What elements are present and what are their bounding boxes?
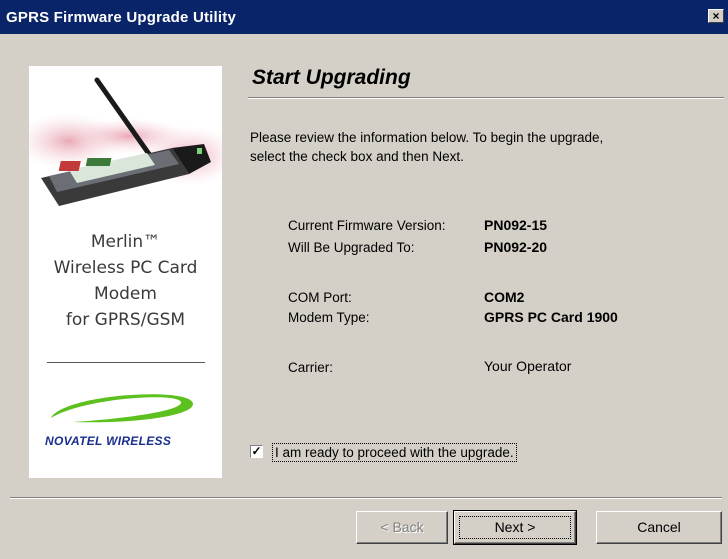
ready-checkbox[interactable]: ✓ <box>250 445 263 458</box>
pc-card-modem-image <box>29 77 222 206</box>
product-name-line-2: Wireless PC Card <box>53 258 198 278</box>
close-button[interactable]: × <box>708 9 724 23</box>
next-button-label: Next > <box>494 519 536 535</box>
button-area-separator <box>10 497 722 499</box>
brand-name: NOVATEL WIRELESS <box>45 434 172 448</box>
modem-type-label: Modem Type: <box>288 310 370 325</box>
product-name-line-4: for GPRS/GSM <box>65 310 186 330</box>
instructions-text: Please review the information below. To … <box>250 128 720 166</box>
checkmark-icon: ✓ <box>251 444 262 458</box>
title-bar: GPRS Firmware Upgrade Utility × <box>0 0 728 34</box>
back-button[interactable]: < Back <box>356 511 448 544</box>
upgraded-to-value: PN092-20 <box>484 239 548 255</box>
cancel-button[interactable]: Cancel <box>596 511 722 544</box>
instructions-line-1: Please review the information below. To … <box>250 130 604 145</box>
product-side-panel: Merlin™ Wireless PC Card Modem for GPRS/… <box>29 66 222 478</box>
product-name-line-1: Merlin™ <box>90 232 161 252</box>
novatel-swoosh-logo <box>51 394 193 423</box>
com-port-value: COM2 <box>484 289 525 305</box>
instructions-line-2: select the check box and then Next. <box>250 149 464 164</box>
page-heading: Start Upgrading <box>252 66 411 89</box>
side-panel-divider <box>47 362 205 363</box>
carrier-value: Your Operator <box>484 358 572 374</box>
modem-type-value: GPRS PC Card 1900 <box>484 309 618 325</box>
carrier-label: Carrier: <box>288 360 334 375</box>
ready-checkbox-label[interactable]: I am ready to proceed with the upgrade. <box>272 443 517 462</box>
current-firmware-label: Current Firmware Version: <box>288 218 446 233</box>
current-firmware-value: PN092-15 <box>484 217 548 233</box>
heading-separator <box>248 97 724 99</box>
upgraded-to-label: Will Be Upgraded To: <box>288 240 415 255</box>
product-name-line-3: Modem <box>94 284 157 304</box>
com-port-label: COM Port: <box>288 290 352 305</box>
window-title: GPRS Firmware Upgrade Utility <box>6 9 237 26</box>
close-icon: × <box>712 9 720 23</box>
next-button[interactable]: Next > <box>453 510 577 545</box>
product-name: Merlin™ Wireless PC Card Modem for GPRS/… <box>29 229 222 333</box>
